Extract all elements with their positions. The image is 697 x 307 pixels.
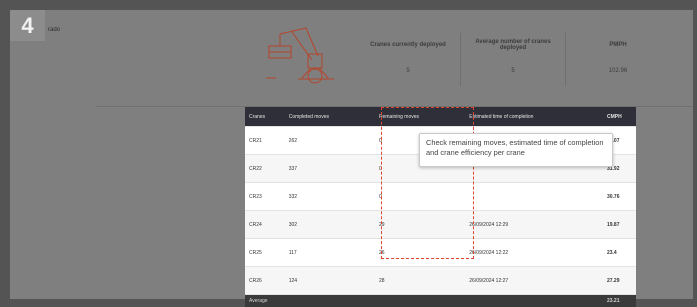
column-header[interactable]: Remaining moves — [375, 107, 465, 127]
harbor-crane-icon — [262, 26, 340, 84]
stat-value: 5 — [356, 56, 461, 86]
completed-moves-cell: 262 — [285, 127, 375, 155]
cmph-cell: 23.4 — [603, 239, 636, 267]
average-cmph-value: 23.21 — [603, 295, 636, 307]
completion-time-cell: 26/09/2024 12:27 — [465, 267, 603, 295]
completion-time-cell — [465, 183, 603, 211]
remaining-moves-cell: 29 — [375, 211, 465, 239]
crane-id-cell: CR26 — [245, 267, 285, 295]
completed-moves-cell: 337 — [285, 155, 375, 183]
stat-header: PMPH — [566, 33, 671, 56]
cmph-cell: 19.87 — [603, 211, 636, 239]
completed-moves-cell: 117 — [285, 239, 375, 267]
average-label: Average — [245, 295, 285, 307]
column-header[interactable]: Cranes — [245, 107, 285, 127]
stat-value: 102.96 — [566, 56, 671, 86]
completion-time-cell: 26/09/2024 12:29 — [465, 211, 603, 239]
empty-cell — [375, 295, 465, 307]
completed-moves-cell: 332 — [285, 183, 375, 211]
tutorial-callout: Check remaining moves, estimated time of… — [419, 133, 613, 167]
crane-id-cell: CR23 — [245, 183, 285, 211]
empty-cell — [465, 295, 603, 307]
table-row[interactable]: CR24 302 29 26/09/2024 12:29 19.87 — [245, 211, 636, 239]
column-header[interactable]: Completed moves — [285, 107, 375, 127]
cmph-cell: 27.29 — [603, 267, 636, 295]
completion-time-cell: 26/09/2024 12:22 — [465, 239, 603, 267]
stat-header: Average number of cranes deployed — [461, 33, 566, 56]
empty-cell — [285, 295, 375, 307]
crane-id-cell: CR22 — [245, 155, 285, 183]
crane-id-cell: CR21 — [245, 127, 285, 155]
stat-value: 5 — [461, 56, 566, 86]
table-row[interactable]: CR26 124 28 26/09/2024 12:27 27.29 — [245, 267, 636, 295]
crane-id-cell: CR24 — [245, 211, 285, 239]
header-label: rado — [48, 27, 60, 33]
table-row[interactable]: CR25 117 26 26/09/2024 12:22 23.4 — [245, 239, 636, 267]
remaining-moves-cell: 28 — [375, 267, 465, 295]
completed-moves-cell: 124 — [285, 267, 375, 295]
table-row[interactable]: CR23 332 0 30.76 — [245, 183, 636, 211]
column-header[interactable]: Estimated time of completion — [465, 107, 603, 127]
remaining-moves-cell: 26 — [375, 239, 465, 267]
stat-header: Cranes currently deployed — [356, 33, 461, 56]
step-number-badge: 4 — [10, 10, 45, 41]
average-row: Average 23.21 — [245, 295, 636, 307]
column-header[interactable]: CMPH — [603, 107, 636, 127]
crane-id-cell: CR25 — [245, 239, 285, 267]
completed-moves-cell: 302 — [285, 211, 375, 239]
remaining-moves-cell: 0 — [375, 183, 465, 211]
crane-deployment-stats: Cranes currently deployed Average number… — [356, 33, 670, 86]
table-header-row: Cranes Completed moves Remaining moves E… — [245, 107, 636, 127]
cmph-cell: 30.76 — [603, 183, 636, 211]
